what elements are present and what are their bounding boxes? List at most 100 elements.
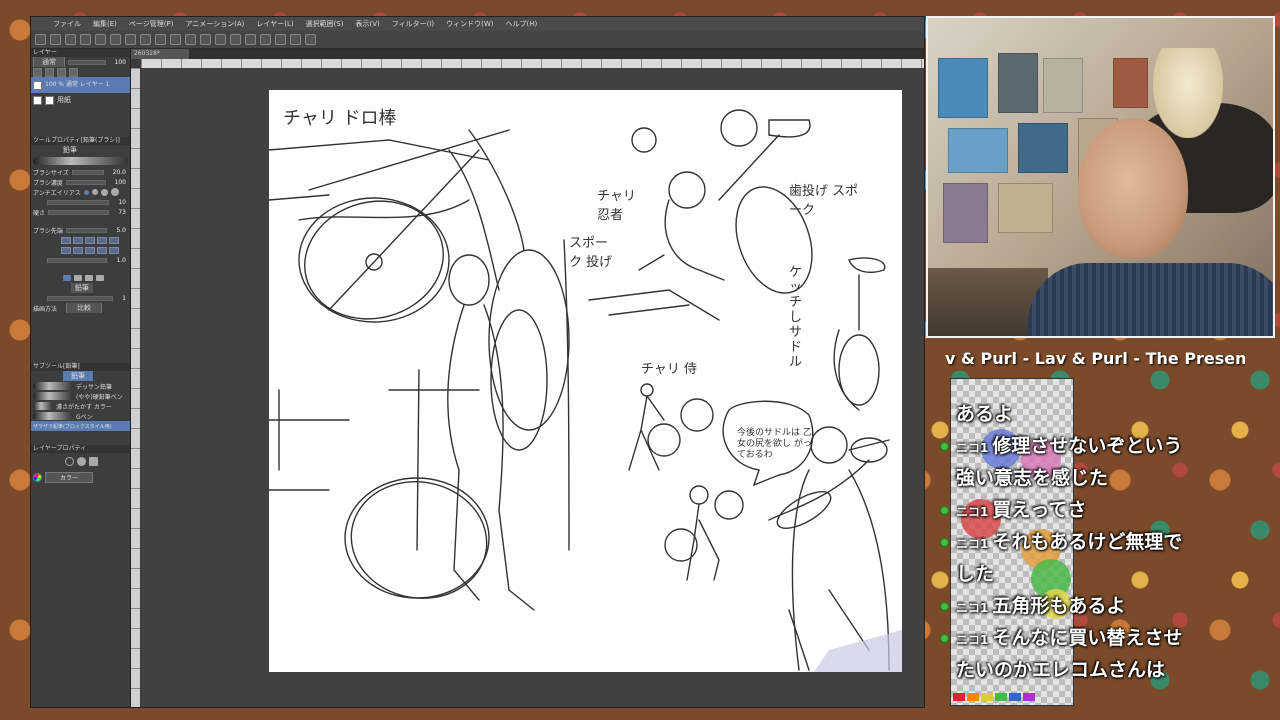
pen-icon[interactable] — [290, 34, 301, 45]
selection-icon[interactable] — [230, 34, 241, 45]
chat-message-text: あるよ — [956, 403, 1014, 425]
stabilization-slider[interactable] — [47, 199, 110, 205]
transform-icon[interactable] — [170, 34, 181, 45]
wall-poster — [938, 58, 988, 118]
menu-window[interactable]: ウィンドウ(W) — [446, 19, 493, 29]
menu-view[interactable]: 表示(V) — [355, 19, 379, 29]
layer-property-icons — [31, 453, 130, 469]
ink-size-presets-2[interactable] — [33, 246, 119, 254]
opacity-slider-2[interactable] — [47, 295, 114, 301]
layer-row-paper[interactable]: 用紙 — [31, 93, 130, 107]
expression-color-select[interactable]: カラー — [45, 471, 94, 483]
draw-method-select[interactable]: 比較 — [66, 303, 103, 313]
sketch-title: チャリ ドロ棒 — [283, 108, 397, 129]
tool-property-header: ツールプロパティ[鉛筆(ブラシ)] — [31, 137, 130, 145]
ref-icon[interactable] — [57, 67, 66, 77]
clear-icon[interactable] — [140, 34, 151, 45]
blend-mode-select[interactable]: 通常 — [33, 57, 65, 67]
mask-icon[interactable] — [69, 67, 78, 77]
chat-message-text: ニコ1 五角形もあるよ — [956, 595, 1126, 617]
brush-tip-slider[interactable] — [65, 227, 108, 233]
antialias-row: アンチエイリアス — [31, 187, 130, 197]
brush-size-slider[interactable] — [71, 169, 104, 175]
stroke-preview — [33, 402, 53, 410]
clip-icon[interactable] — [45, 67, 54, 77]
sub-tool-item-0[interactable]: デッサン鉛筆 — [31, 381, 130, 391]
command-bar — [31, 31, 924, 49]
wall-poster — [1018, 123, 1068, 173]
menu-layer[interactable]: レイヤー(L) — [256, 19, 293, 29]
wall-poster — [998, 183, 1053, 233]
ink-size-presets[interactable] — [33, 236, 119, 244]
ruler-icon[interactable] — [245, 34, 256, 45]
brush-density-row: ブラシ濃度 100 — [31, 177, 130, 187]
brush-density-label: ブラシ濃度 — [33, 179, 63, 187]
plush-toy — [1153, 48, 1223, 138]
print-icon[interactable] — [80, 34, 91, 45]
sub-tool-item-3[interactable]: Gペン — [31, 411, 130, 421]
hatch-slider[interactable] — [47, 257, 108, 263]
ink-size-row-2 — [31, 245, 130, 255]
menu-edit[interactable]: 編集(E) — [93, 19, 117, 29]
menu-page[interactable]: ページ管理(P) — [129, 19, 174, 29]
sketch-speech: 今後のサドルは 乙女の尻を欲し がっておるわ — [737, 428, 812, 460]
chat-overlay: あるよ ニコ1 修理させないぞという 強い意志を感じた ニコ1 買えってさ ニコ1 それもある… — [940, 398, 1230, 698]
menu-selection[interactable]: 選択範囲(S) — [306, 19, 344, 29]
horizontal-ruler — [141, 59, 924, 68]
sketch-strokes — [269, 109, 902, 672]
crop-icon[interactable] — [215, 34, 226, 45]
fill-icon[interactable] — [155, 34, 166, 45]
deselect-icon[interactable] — [185, 34, 196, 45]
wall-poster — [1113, 58, 1148, 108]
redo-icon[interactable] — [110, 34, 121, 45]
menu-filter[interactable]: フィルター(I) — [392, 19, 434, 29]
drawing-paper[interactable]: チャリ ドロ棒 チャリ 忍者 スポーク 投げ 歯投げ スポーク ケッチ しサドル… — [269, 90, 902, 672]
save-icon[interactable] — [65, 34, 76, 45]
opacity-slider[interactable] — [68, 59, 106, 65]
snap-grid-icon[interactable] — [275, 34, 286, 45]
layer-effect-options[interactable] — [65, 456, 98, 466]
brush-density-slider[interactable] — [65, 179, 106, 185]
antialias-options[interactable] — [83, 188, 119, 196]
sketch-label-teeth: 歯投げ スポーク — [789, 184, 859, 218]
chat-message-text: ニコ1 それもあるけど無理で — [956, 531, 1183, 553]
loading-icon[interactable] — [125, 34, 136, 45]
sub-tool-name: ザラザラ鉛筆(ブロックスタイル用) — [33, 423, 112, 430]
invert-icon[interactable] — [200, 34, 211, 45]
stroke-direction-options[interactable] — [63, 275, 104, 281]
layer-row-layer1[interactable]: 100 % 通常 レイヤー 1 — [31, 77, 130, 93]
hardness-value: 73 — [118, 208, 126, 216]
layer-panel-header: レイヤー — [31, 49, 130, 57]
chat-message-text: ニコ1 買えってさ — [956, 499, 1087, 521]
lock-icon[interactable] — [33, 67, 42, 77]
sub-tool-item-4[interactable]: ザラザラ鉛筆(ブロックスタイル用) — [31, 421, 130, 431]
pencil-label[interactable]: 鉛筆 — [71, 283, 93, 293]
sub-tool-name: Gペン — [76, 413, 93, 421]
canvas-area[interactable]: チャリ ドロ棒 チャリ 忍者 スポーク 投げ 歯投げ スポーク ケッチ しサドル… — [141, 68, 924, 707]
snap-icon[interactable] — [260, 34, 271, 45]
paper-color-swatch — [45, 95, 54, 105]
sub-tool-tab[interactable]: 鉛筆 — [63, 371, 93, 381]
menu-help[interactable]: ヘルプ(H) — [506, 19, 538, 29]
stroke-preview — [33, 412, 73, 420]
chat-source-tag: ニコ1 — [956, 601, 989, 615]
open-file-icon[interactable] — [50, 34, 61, 45]
sub-tool-item-2[interactable]: 濃さがたかす カラー — [31, 401, 130, 411]
brush-size-row: ブラシサイズ 20.0 — [31, 167, 130, 177]
new-file-icon[interactable] — [35, 34, 46, 45]
menu-file[interactable]: ファイル — [53, 19, 81, 29]
chat-message-text: ニコ1 修理させないぞという — [956, 435, 1183, 457]
help-icon[interactable] — [305, 34, 316, 45]
chat-message: ニコ1 買えってさ — [940, 494, 1230, 528]
sketch-label-ketsu: ケッチ しサドル — [789, 265, 803, 370]
chat-message: あるよ — [940, 398, 1230, 430]
pencil-row: 鉛筆 — [31, 283, 130, 293]
undo-icon[interactable] — [95, 34, 106, 45]
stroke-preview — [33, 392, 73, 400]
hardness-slider[interactable] — [48, 209, 110, 215]
menu-animation[interactable]: アニメーション(A) — [185, 19, 244, 29]
document-tab[interactable]: 260328* — [131, 49, 189, 59]
sub-tool-item-1[interactable]: (やや)硬鉛筆ペン — [31, 391, 130, 401]
